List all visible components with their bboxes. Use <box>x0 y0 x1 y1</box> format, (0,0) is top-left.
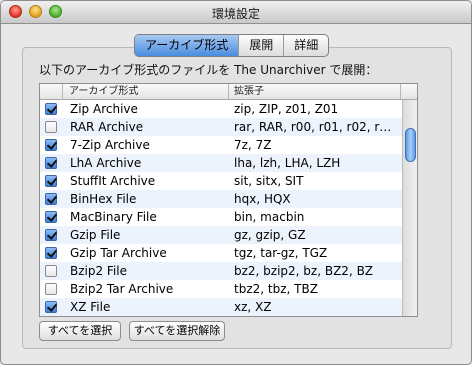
row-checkbox[interactable] <box>45 247 57 259</box>
format-name: StuffIt Archive <box>70 174 156 188</box>
title-bar: 環境設定 <box>1 1 471 24</box>
table-row[interactable]: StuffIt Archive sit, sitx, SIT <box>40 172 402 190</box>
table-row[interactable]: Zip Archive zip, ZIP, z01, Z01 <box>40 100 402 118</box>
table-row[interactable]: MacBinary File bin, macbin <box>40 208 402 226</box>
format-extensions: rar, RAR, r00, r01, r02, r… <box>234 120 392 134</box>
row-checkbox[interactable] <box>45 103 57 115</box>
table-rows: Zip Archive zip, ZIP, z01, Z01 RAR Archive… <box>40 100 402 316</box>
table-row[interactable]: BinHex File hqx, HQX <box>40 190 402 208</box>
format-extensions: zip, ZIP, z01, Z01 <box>234 102 339 116</box>
format-name: Zip Archive <box>70 102 138 116</box>
format-extensions: gz, gzip, GZ <box>234 228 306 242</box>
row-checkbox[interactable] <box>45 193 57 205</box>
row-checkbox[interactable] <box>45 229 57 241</box>
format-name: MacBinary File <box>70 210 157 224</box>
header-checkbox-column[interactable] <box>40 84 63 99</box>
format-name: Gzip Tar Archive <box>70 246 167 260</box>
row-checkbox[interactable] <box>45 121 57 133</box>
tab-bar: アーカイブ形式 展開 詳細 <box>134 34 330 57</box>
row-checkbox[interactable] <box>45 157 57 169</box>
format-name: RAR Archive <box>70 120 144 134</box>
row-checkbox[interactable] <box>45 211 57 223</box>
header-format[interactable]: アーカイブ形式 <box>63 84 229 99</box>
table-row[interactable]: RAR Archive rar, RAR, r00, r01, r02, r… <box>40 118 402 136</box>
format-name: LhA Archive <box>70 156 142 170</box>
format-extensions: hqx, HQX <box>234 192 291 206</box>
header-corner <box>402 84 417 99</box>
format-extensions: lha, lzh, LHA, LZH <box>234 156 341 170</box>
preferences-window: 環境設定 アーカイブ形式 展開 詳細 以下のアーカイブ形式のファイルを The … <box>0 0 472 365</box>
vertical-scrollbar[interactable] <box>402 100 417 316</box>
row-checkbox[interactable] <box>45 283 57 295</box>
row-checkbox[interactable] <box>45 139 57 151</box>
format-name: Bzip2 Tar Archive <box>70 282 174 296</box>
format-extensions: tgz, tar-gz, TGZ <box>234 246 328 260</box>
table-row[interactable]: Bzip2 Tar Archive tbz2, tbz, TBZ <box>40 280 402 298</box>
format-name: Gzip File <box>70 228 121 242</box>
format-extensions: sit, sitx, SIT <box>234 174 304 188</box>
table-row[interactable]: XZ File xz, XZ <box>40 298 402 316</box>
row-checkbox[interactable] <box>45 265 57 277</box>
tab-advanced[interactable]: 詳細 <box>283 35 328 56</box>
format-name: Bzip2 File <box>70 264 128 278</box>
format-extensions: bz2, bzip2, bz, BZ2, BZ <box>234 264 374 278</box>
table-row[interactable]: LhA Archive lha, lzh, LHA, LZH <box>40 154 402 172</box>
table-row[interactable]: 7-Zip Archive 7z, 7Z <box>40 136 402 154</box>
format-name: XZ File <box>70 300 111 314</box>
formats-table: アーカイブ形式 拡張子 Zip Archive zip, ZIP, z01, Z0… <box>39 83 418 317</box>
table-row[interactable]: Gzip File gz, gzip, GZ <box>40 226 402 244</box>
format-extensions: tbz2, tbz, TBZ <box>234 282 318 296</box>
tab-archive-formats[interactable]: アーカイブ形式 <box>135 35 239 56</box>
format-extensions: xz, XZ <box>234 300 272 314</box>
description-label: 以下のアーカイブ形式のファイルを The Unarchiver で展開： <box>39 63 378 77</box>
scrollbar-thumb[interactable] <box>405 128 416 162</box>
tab-extraction[interactable]: 展開 <box>238 35 283 56</box>
format-extensions: 7z, 7Z <box>234 138 272 152</box>
deselect-all-button[interactable]: すべてを選択解除 <box>129 321 225 341</box>
header-extension[interactable]: 拡張子 <box>230 84 401 99</box>
table-row[interactable]: Bzip2 File bz2, bzip2, bz, BZ2, BZ <box>40 262 402 280</box>
format-name: BinHex File <box>70 192 137 206</box>
table-header: アーカイブ形式 拡張子 <box>40 84 417 100</box>
window-title: 環境設定 <box>211 7 260 21</box>
format-extensions: bin, macbin <box>234 210 305 224</box>
select-all-button[interactable]: すべてを選択 <box>39 321 121 341</box>
table-row[interactable]: Gzip Tar Archive tgz, tar-gz, TGZ <box>40 244 402 262</box>
row-checkbox[interactable] <box>45 175 57 187</box>
row-checkbox[interactable] <box>45 301 57 313</box>
format-name: 7-Zip Archive <box>70 138 150 152</box>
